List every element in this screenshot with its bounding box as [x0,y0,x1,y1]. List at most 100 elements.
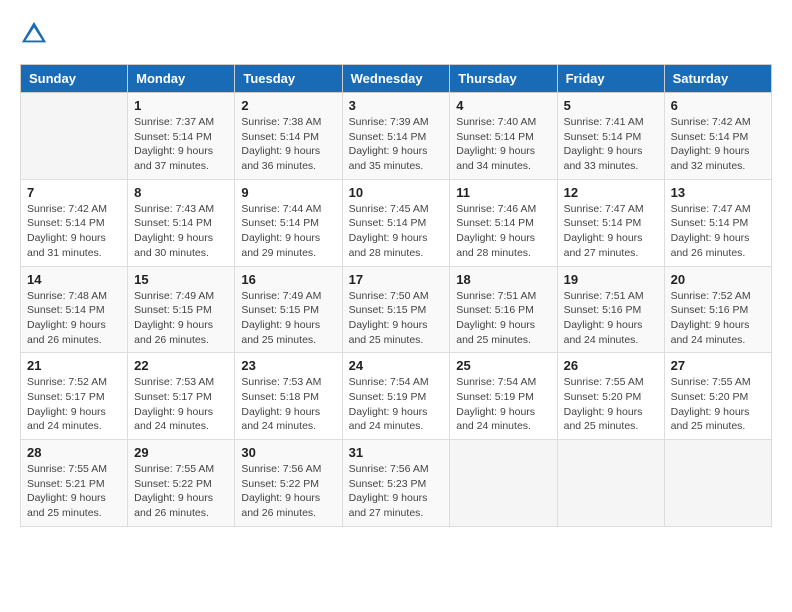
day-number: 31 [349,445,444,460]
calendar-cell: 9 Sunrise: 7:44 AM Sunset: 5:14 PM Daylig… [235,179,342,266]
logo [20,20,52,48]
day-number: 10 [349,185,444,200]
calendar-cell [557,440,664,527]
day-info: Sunrise: 7:54 AM Sunset: 5:19 PM Dayligh… [349,375,444,434]
day-info: Sunrise: 7:45 AM Sunset: 5:14 PM Dayligh… [349,202,444,261]
day-number: 15 [134,272,228,287]
calendar-cell: 28 Sunrise: 7:55 AM Sunset: 5:21 PM Dayli… [21,440,128,527]
calendar-cell: 3 Sunrise: 7:39 AM Sunset: 5:14 PM Daylig… [342,93,450,180]
day-info: Sunrise: 7:43 AM Sunset: 5:14 PM Dayligh… [134,202,228,261]
calendar-cell: 5 Sunrise: 7:41 AM Sunset: 5:14 PM Daylig… [557,93,664,180]
calendar-cell: 10 Sunrise: 7:45 AM Sunset: 5:14 PM Dayli… [342,179,450,266]
day-info: Sunrise: 7:40 AM Sunset: 5:14 PM Dayligh… [456,115,550,174]
day-info: Sunrise: 7:47 AM Sunset: 5:14 PM Dayligh… [671,202,765,261]
weekday-header-monday: Monday [128,65,235,93]
day-info: Sunrise: 7:39 AM Sunset: 5:14 PM Dayligh… [349,115,444,174]
day-number: 27 [671,358,765,373]
calendar-cell: 29 Sunrise: 7:55 AM Sunset: 5:22 PM Dayli… [128,440,235,527]
day-info: Sunrise: 7:55 AM Sunset: 5:22 PM Dayligh… [134,462,228,521]
calendar-cell: 1Sunrise: 7:37 AM Sunset: 5:14 PM Daylig… [128,93,235,180]
day-info: Sunrise: 7:44 AM Sunset: 5:14 PM Dayligh… [241,202,335,261]
day-info: Sunrise: 7:51 AM Sunset: 5:16 PM Dayligh… [564,289,658,348]
weekday-header-row: SundayMondayTuesdayWednesdayThursdayFrid… [21,65,772,93]
day-number: 14 [27,272,121,287]
calendar-cell: 31 Sunrise: 7:56 AM Sunset: 5:23 PM Dayli… [342,440,450,527]
day-info: Sunrise: 7:51 AM Sunset: 5:16 PM Dayligh… [456,289,550,348]
week-row-5: 28 Sunrise: 7:55 AM Sunset: 5:21 PM Dayli… [21,440,772,527]
calendar-table: SundayMondayTuesdayWednesdayThursdayFrid… [20,64,772,527]
day-info: Sunrise: 7:55 AM Sunset: 5:20 PM Dayligh… [564,375,658,434]
day-number: 28 [27,445,121,460]
day-number: 16 [241,272,335,287]
weekday-header-friday: Friday [557,65,664,93]
calendar-cell: 18 Sunrise: 7:51 AM Sunset: 5:16 PM Dayli… [450,266,557,353]
day-info: Sunrise: 7:49 AM Sunset: 5:15 PM Dayligh… [241,289,335,348]
day-info: Sunrise: 7:55 AM Sunset: 5:21 PM Dayligh… [27,462,121,521]
logo-icon [20,20,48,48]
day-number: 20 [671,272,765,287]
day-number: 21 [27,358,121,373]
week-row-1: 1Sunrise: 7:37 AM Sunset: 5:14 PM Daylig… [21,93,772,180]
calendar-cell: 23 Sunrise: 7:53 AM Sunset: 5:18 PM Dayli… [235,353,342,440]
day-info: Sunrise: 7:56 AM Sunset: 5:23 PM Dayligh… [349,462,444,521]
calendar-cell: 19Sunrise: 7:51 AM Sunset: 5:16 PM Dayli… [557,266,664,353]
day-number: 4 [456,98,550,113]
day-info: Sunrise: 7:52 AM Sunset: 5:17 PM Dayligh… [27,375,121,434]
day-number: 12 [564,185,658,200]
day-info: Sunrise: 7:48 AM Sunset: 5:14 PM Dayligh… [27,289,121,348]
calendar-cell [21,93,128,180]
weekday-header-thursday: Thursday [450,65,557,93]
week-row-4: 21 Sunrise: 7:52 AM Sunset: 5:17 PM Dayli… [21,353,772,440]
calendar-cell: 25 Sunrise: 7:54 AM Sunset: 5:19 PM Dayli… [450,353,557,440]
weekday-header-wednesday: Wednesday [342,65,450,93]
calendar-cell: 20 Sunrise: 7:52 AM Sunset: 5:16 PM Dayli… [664,266,771,353]
day-number: 26 [564,358,658,373]
day-info: Sunrise: 7:42 AM Sunset: 5:14 PM Dayligh… [671,115,765,174]
day-number: 13 [671,185,765,200]
day-info: Sunrise: 7:53 AM Sunset: 5:18 PM Dayligh… [241,375,335,434]
day-info: Sunrise: 7:41 AM Sunset: 5:14 PM Dayligh… [564,115,658,174]
weekday-header-saturday: Saturday [664,65,771,93]
day-number: 9 [241,185,335,200]
day-number: 8 [134,185,228,200]
calendar-cell: 26 Sunrise: 7:55 AM Sunset: 5:20 PM Dayli… [557,353,664,440]
day-number: 11 [456,185,550,200]
calendar-cell: 17Sunrise: 7:50 AM Sunset: 5:15 PM Dayli… [342,266,450,353]
day-number: 18 [456,272,550,287]
day-number: 30 [241,445,335,460]
day-info: Sunrise: 7:55 AM Sunset: 5:20 PM Dayligh… [671,375,765,434]
calendar-cell: 2 Sunrise: 7:38 AM Sunset: 5:14 PM Daylig… [235,93,342,180]
day-number: 5 [564,98,658,113]
day-number: 3 [349,98,444,113]
day-number: 29 [134,445,228,460]
day-number: 23 [241,358,335,373]
day-number: 25 [456,358,550,373]
day-number: 2 [241,98,335,113]
day-info: Sunrise: 7:49 AM Sunset: 5:15 PM Dayligh… [134,289,228,348]
day-number: 7 [27,185,121,200]
calendar-cell: 6 Sunrise: 7:42 AM Sunset: 5:14 PM Daylig… [664,93,771,180]
calendar-cell: 12Sunrise: 7:47 AM Sunset: 5:14 PM Dayli… [557,179,664,266]
calendar-cell: 16 Sunrise: 7:49 AM Sunset: 5:15 PM Dayli… [235,266,342,353]
day-info: Sunrise: 7:38 AM Sunset: 5:14 PM Dayligh… [241,115,335,174]
calendar-cell: 21 Sunrise: 7:52 AM Sunset: 5:17 PM Dayli… [21,353,128,440]
day-number: 22 [134,358,228,373]
calendar-cell: 8 Sunrise: 7:43 AM Sunset: 5:14 PM Daylig… [128,179,235,266]
calendar-cell [664,440,771,527]
day-info: Sunrise: 7:54 AM Sunset: 5:19 PM Dayligh… [456,375,550,434]
calendar-cell [450,440,557,527]
calendar-cell: 24Sunrise: 7:54 AM Sunset: 5:19 PM Dayli… [342,353,450,440]
calendar-cell: 7Sunrise: 7:42 AM Sunset: 5:14 PM Daylig… [21,179,128,266]
day-info: Sunrise: 7:37 AM Sunset: 5:14 PM Dayligh… [134,115,228,174]
calendar-cell: 13 Sunrise: 7:47 AM Sunset: 5:14 PM Dayli… [664,179,771,266]
page-header [20,20,772,48]
day-number: 6 [671,98,765,113]
day-number: 17 [349,272,444,287]
day-info: Sunrise: 7:46 AM Sunset: 5:14 PM Dayligh… [456,202,550,261]
day-info: Sunrise: 7:53 AM Sunset: 5:17 PM Dayligh… [134,375,228,434]
calendar-cell: 22 Sunrise: 7:53 AM Sunset: 5:17 PM Dayli… [128,353,235,440]
day-info: Sunrise: 7:52 AM Sunset: 5:16 PM Dayligh… [671,289,765,348]
day-info: Sunrise: 7:56 AM Sunset: 5:22 PM Dayligh… [241,462,335,521]
calendar-cell: 27 Sunrise: 7:55 AM Sunset: 5:20 PM Dayli… [664,353,771,440]
calendar-cell: 11 Sunrise: 7:46 AM Sunset: 5:14 PM Dayli… [450,179,557,266]
